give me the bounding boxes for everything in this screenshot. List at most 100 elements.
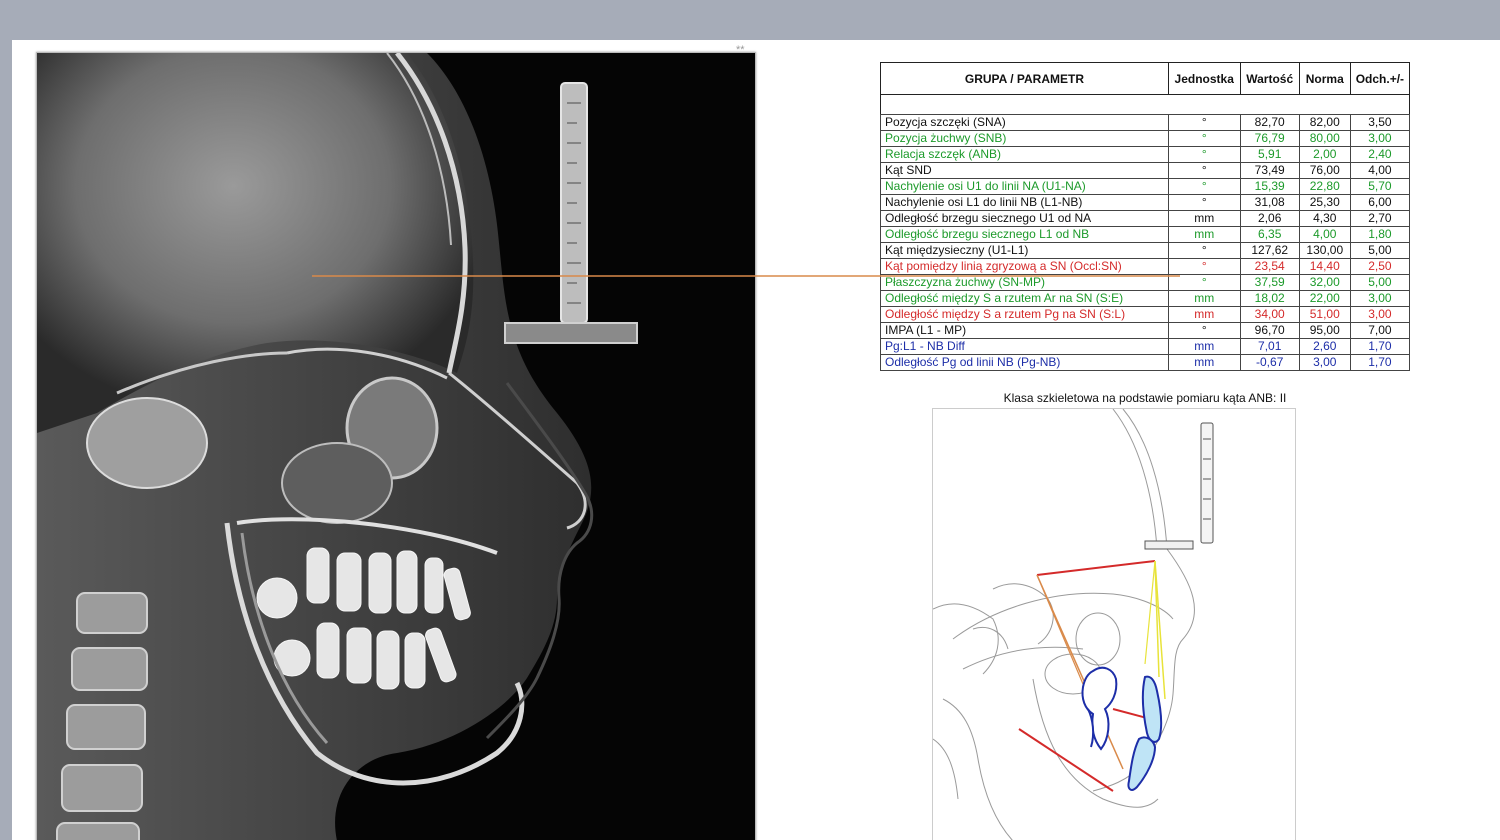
xray-illustration [37,53,755,840]
parameter-norm: 25,30 [1298,194,1351,211]
tracing-illustration [933,409,1295,840]
parameter-deviation: 2,50 [1349,258,1411,275]
parameter-name: Pozycja szczęki (SNA) [880,114,1169,131]
table-spacer-row [880,94,1410,115]
table-row: Kąt międzysieczny (U1-L1) ° 127,62 130,00 5,… [880,242,1411,259]
cephalometric-tracing-image [932,408,1296,840]
parameter-name: Kąt SND [880,162,1169,179]
parameter-deviation: 7,00 [1349,322,1411,339]
table-row: Relacja szczęk (ANB) ° 5,91 2,00 2,40 [880,146,1411,163]
parameter-deviation: 1,70 [1349,354,1411,371]
parameter-deviation: 3,00 [1349,130,1411,147]
parameter-name: Odległość między S a rzutem Pg na SN (S:… [880,306,1169,323]
parameter-value: 6,35 [1239,226,1300,243]
parameter-value: 18,02 [1239,290,1300,307]
parameter-value: 23,54 [1239,258,1300,275]
parameter-value: 34,00 [1239,306,1300,323]
col-header-group-parameter: GRUPA / PARAMETR [880,62,1169,95]
parameter-norm: 22,80 [1298,178,1351,195]
parameter-unit: ° [1167,162,1241,179]
cephalometric-parameters-table: GRUPA / PARAMETR Jednostka Wartość Norma… [880,62,1411,371]
parameter-norm: 22,00 [1298,290,1351,307]
parameter-deviation: 3,50 [1349,114,1411,131]
parameter-name: Pozycja żuchwy (SNB) [880,130,1169,147]
parameter-value: 37,59 [1239,274,1300,291]
parameter-deviation: 3,00 [1349,306,1411,323]
parameter-name: Nachylenie osi L1 do linii NB (L1-NB) [880,194,1169,211]
parameter-norm: 51,00 [1298,306,1351,323]
parameter-value: -0,67 [1239,354,1300,371]
parameter-name: IMPA (L1 - MP) [880,322,1169,339]
parameter-name: Odległość brzegu siecznego U1 od NA [880,210,1169,227]
parameter-norm: 14,40 [1298,258,1351,275]
parameter-value: 2,06 [1239,210,1300,227]
table-row: Odległość między S a rzutem Ar na SN (S:… [880,290,1411,307]
parameter-unit: ° [1167,146,1241,163]
col-header-norm: Norma [1298,62,1351,95]
parameter-norm: 2,60 [1298,338,1351,355]
parameter-unit: mm [1167,226,1241,243]
table-body: Pozycja szczęki (SNA) ° 82,70 82,00 3,50 Pozy… [880,94,1411,371]
table-row: Pg:L1 - NB Diff mm 7,01 2,60 1,70 [880,338,1411,355]
parameter-norm: 4,30 [1298,210,1351,227]
parameter-norm: 4,00 [1298,226,1351,243]
parameter-name: Odległość Pg od linii NB (Pg-NB) [880,354,1169,371]
table-row: Odległość brzegu siecznego U1 od NA mm 2,0… [880,210,1411,227]
parameter-norm: 3,00 [1298,354,1351,371]
parameter-deviation: 3,00 [1349,290,1411,307]
parameter-name: Kąt pomiędzy linią zgryzową a SN (Occl:S… [880,258,1169,275]
parameter-deviation: 6,00 [1349,194,1411,211]
parameter-unit: mm [1167,354,1241,371]
table-row: Nachylenie osi U1 do linii NA (U1-NA) ° 15… [880,178,1411,195]
parameter-deviation: 4,00 [1349,162,1411,179]
table-row: Odległość między S a rzutem Pg na SN (S:… [880,306,1411,323]
parameter-unit: ° [1167,178,1241,195]
parameter-value: 76,79 [1239,130,1300,147]
cephalometric-xray-image [36,52,756,840]
parameter-value: 96,70 [1239,322,1300,339]
parameter-name: Pg:L1 - NB Diff [880,338,1169,355]
parameter-name: Odległość brzegu siecznego L1 od NB [880,226,1169,243]
parameter-value: 5,91 [1239,146,1300,163]
parameter-deviation: 1,70 [1349,338,1411,355]
table-row: Kąt pomiędzy linią zgryzową a SN (Occl:S… [880,258,1411,275]
col-header-deviation: Odch.+/- [1349,62,1411,95]
parameter-unit: ° [1167,274,1241,291]
parameter-name: Nachylenie osi U1 do linii NA (U1-NA) [880,178,1169,195]
table-row: Odległość Pg od linii NB (Pg-NB) mm -0,67 3… [880,354,1411,371]
col-header-unit: Jednostka [1167,62,1241,95]
parameter-norm: 76,00 [1298,162,1351,179]
parameter-deviation: 1,80 [1349,226,1411,243]
parameter-value: 127,62 [1239,242,1300,259]
table-row: Pozycja szczęki (SNA) ° 82,70 82,00 3,50 [880,114,1411,131]
table-row: Nachylenie osi L1 do linii NB (L1-NB) ° 31… [880,194,1411,211]
corner-mark: ** [736,44,745,56]
parameter-norm: 130,00 [1298,242,1351,259]
parameter-unit: mm [1167,306,1241,323]
parameter-unit: mm [1167,290,1241,307]
parameter-deviation: 5,00 [1349,274,1411,291]
parameter-unit: ° [1167,242,1241,259]
parameter-unit: ° [1167,114,1241,131]
table-row: Odległość brzegu siecznego L1 od NB mm 6,3… [880,226,1411,243]
skeletal-class-caption: Klasa szkieletowa na podstawie pomiaru k… [1003,391,1287,405]
table-row: IMPA (L1 - MP) ° 96,70 95,00 7,00 [880,322,1411,339]
parameter-deviation: 5,70 [1349,178,1411,195]
parameter-deviation: 2,40 [1349,146,1411,163]
parameter-unit: mm [1167,210,1241,227]
parameter-unit: ° [1167,194,1241,211]
parameter-value: 82,70 [1239,114,1300,131]
parameter-norm: 32,00 [1298,274,1351,291]
parameter-unit: mm [1167,338,1241,355]
parameter-value: 73,49 [1239,162,1300,179]
parameter-norm: 2,00 [1298,146,1351,163]
parameter-deviation: 2,70 [1349,210,1411,227]
parameter-name: Płaszczyzna żuchwy (SN-MP) [880,274,1169,291]
parameter-norm: 95,00 [1298,322,1351,339]
parameter-value: 31,08 [1239,194,1300,211]
table-row: Płaszczyzna żuchwy (SN-MP) ° 37,59 32,00 5,0… [880,274,1411,291]
parameter-value: 15,39 [1239,178,1300,195]
parameter-unit: ° [1167,130,1241,147]
parameter-deviation: 5,00 [1349,242,1411,259]
table-header-row: GRUPA / PARAMETR Jednostka Wartość Norma… [880,62,1411,95]
